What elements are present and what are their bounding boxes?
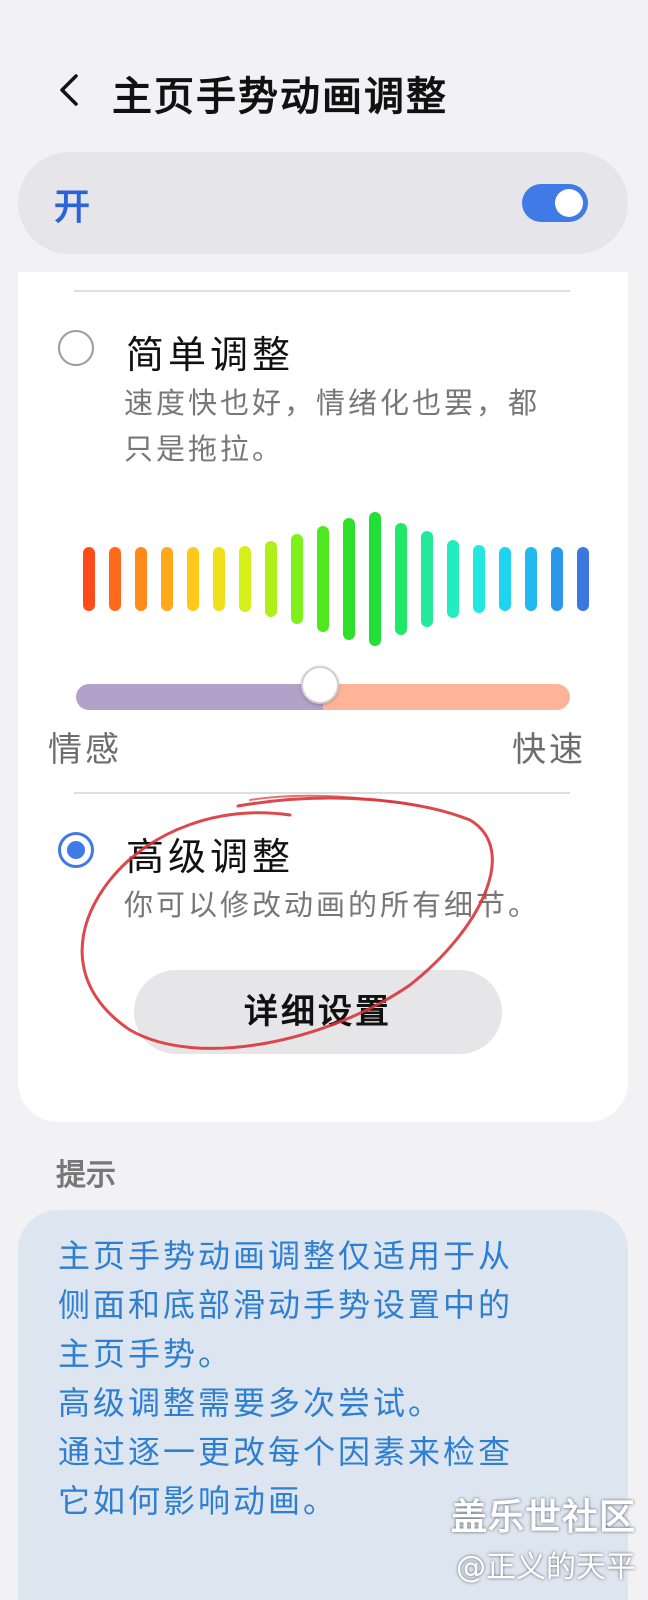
watermark-line2: @正义的天平 [456, 1550, 636, 1585]
animation-wave-graphic [83, 512, 589, 646]
middle-divider [74, 792, 570, 794]
advanced-adjust-radio[interactable] [58, 832, 94, 868]
detail-settings-button[interactable]: 详细设置 [134, 970, 502, 1054]
wave-bar [291, 534, 303, 624]
options-card: 简单调整 速度快也好，情绪化也罢，都 只是拖拉。 情感 快速 高级调整 你可以修… [18, 272, 628, 1122]
simple-adjust-description: 速度快也好，情绪化也罢，都 只是拖拉。 [124, 380, 604, 472]
wave-bar [265, 541, 277, 617]
advanced-adjust-title[interactable]: 高级调整 [126, 826, 294, 881]
wave-bar [447, 540, 459, 618]
hint-line: 主页手势。 [58, 1335, 234, 1373]
wave-bar [135, 547, 147, 611]
wave-bar [525, 547, 537, 611]
hint-line: 主页手势动画调整仅适用于从 [58, 1237, 514, 1275]
page-title: 主页手势动画调整 [112, 73, 448, 120]
wave-bar [499, 547, 511, 611]
hint-heading: 提示 [56, 1158, 116, 1193]
top-divider [74, 290, 570, 292]
hint-line: 高级调整需要多次尝试。 [58, 1384, 444, 1422]
simple-desc-line: 只是拖拉。 [124, 432, 285, 466]
wave-bar [343, 518, 355, 640]
toggle-switch-knob [555, 189, 583, 217]
watermark-line1: 盖乐世社区 [450, 1497, 636, 1538]
wave-bar [239, 546, 251, 612]
wave-bar [421, 531, 433, 627]
wave-bar [109, 547, 121, 611]
slider-left-label: 情感 [48, 730, 122, 770]
wave-bar [83, 547, 95, 611]
toggle-switch[interactable] [522, 184, 588, 222]
speed-slider-thumb[interactable] [301, 666, 339, 704]
simple-adjust-title[interactable]: 简单调整 [126, 324, 294, 379]
wave-bar [395, 523, 407, 635]
back-chevron-icon[interactable] [50, 68, 90, 112]
simple-desc-line: 速度快也好，情绪化也罢，都 [124, 386, 541, 420]
wave-bar [551, 547, 563, 611]
advanced-adjust-description: 你可以修改动画的所有细节。 [124, 888, 541, 922]
wave-bar [317, 526, 329, 632]
hint-line: 通过逐一更改每个因素来检查 [58, 1433, 514, 1471]
simple-adjust-radio[interactable] [58, 330, 94, 366]
wave-bar [187, 547, 199, 611]
wave-bar [473, 545, 485, 613]
wave-bar [369, 512, 381, 646]
header: 主页手势动画调整 [0, 60, 648, 120]
detail-settings-label: 详细设置 [244, 992, 392, 1032]
master-toggle-row[interactable]: 开 [18, 152, 628, 254]
slider-right-label: 快速 [512, 730, 586, 770]
wave-bar [577, 547, 589, 611]
toggle-label: 开 [54, 186, 91, 228]
wave-bar [161, 547, 173, 611]
wave-bar [213, 547, 225, 611]
watermark: 盖乐世社区 @正义的天平 [451, 1488, 636, 1586]
hint-text: 主页手势动画调整仅适用于从 侧面和底部滑动手势设置中的 主页手势。 高级调整需要… [58, 1232, 598, 1526]
hint-line: 侧面和底部滑动手势设置中的 [58, 1286, 514, 1324]
